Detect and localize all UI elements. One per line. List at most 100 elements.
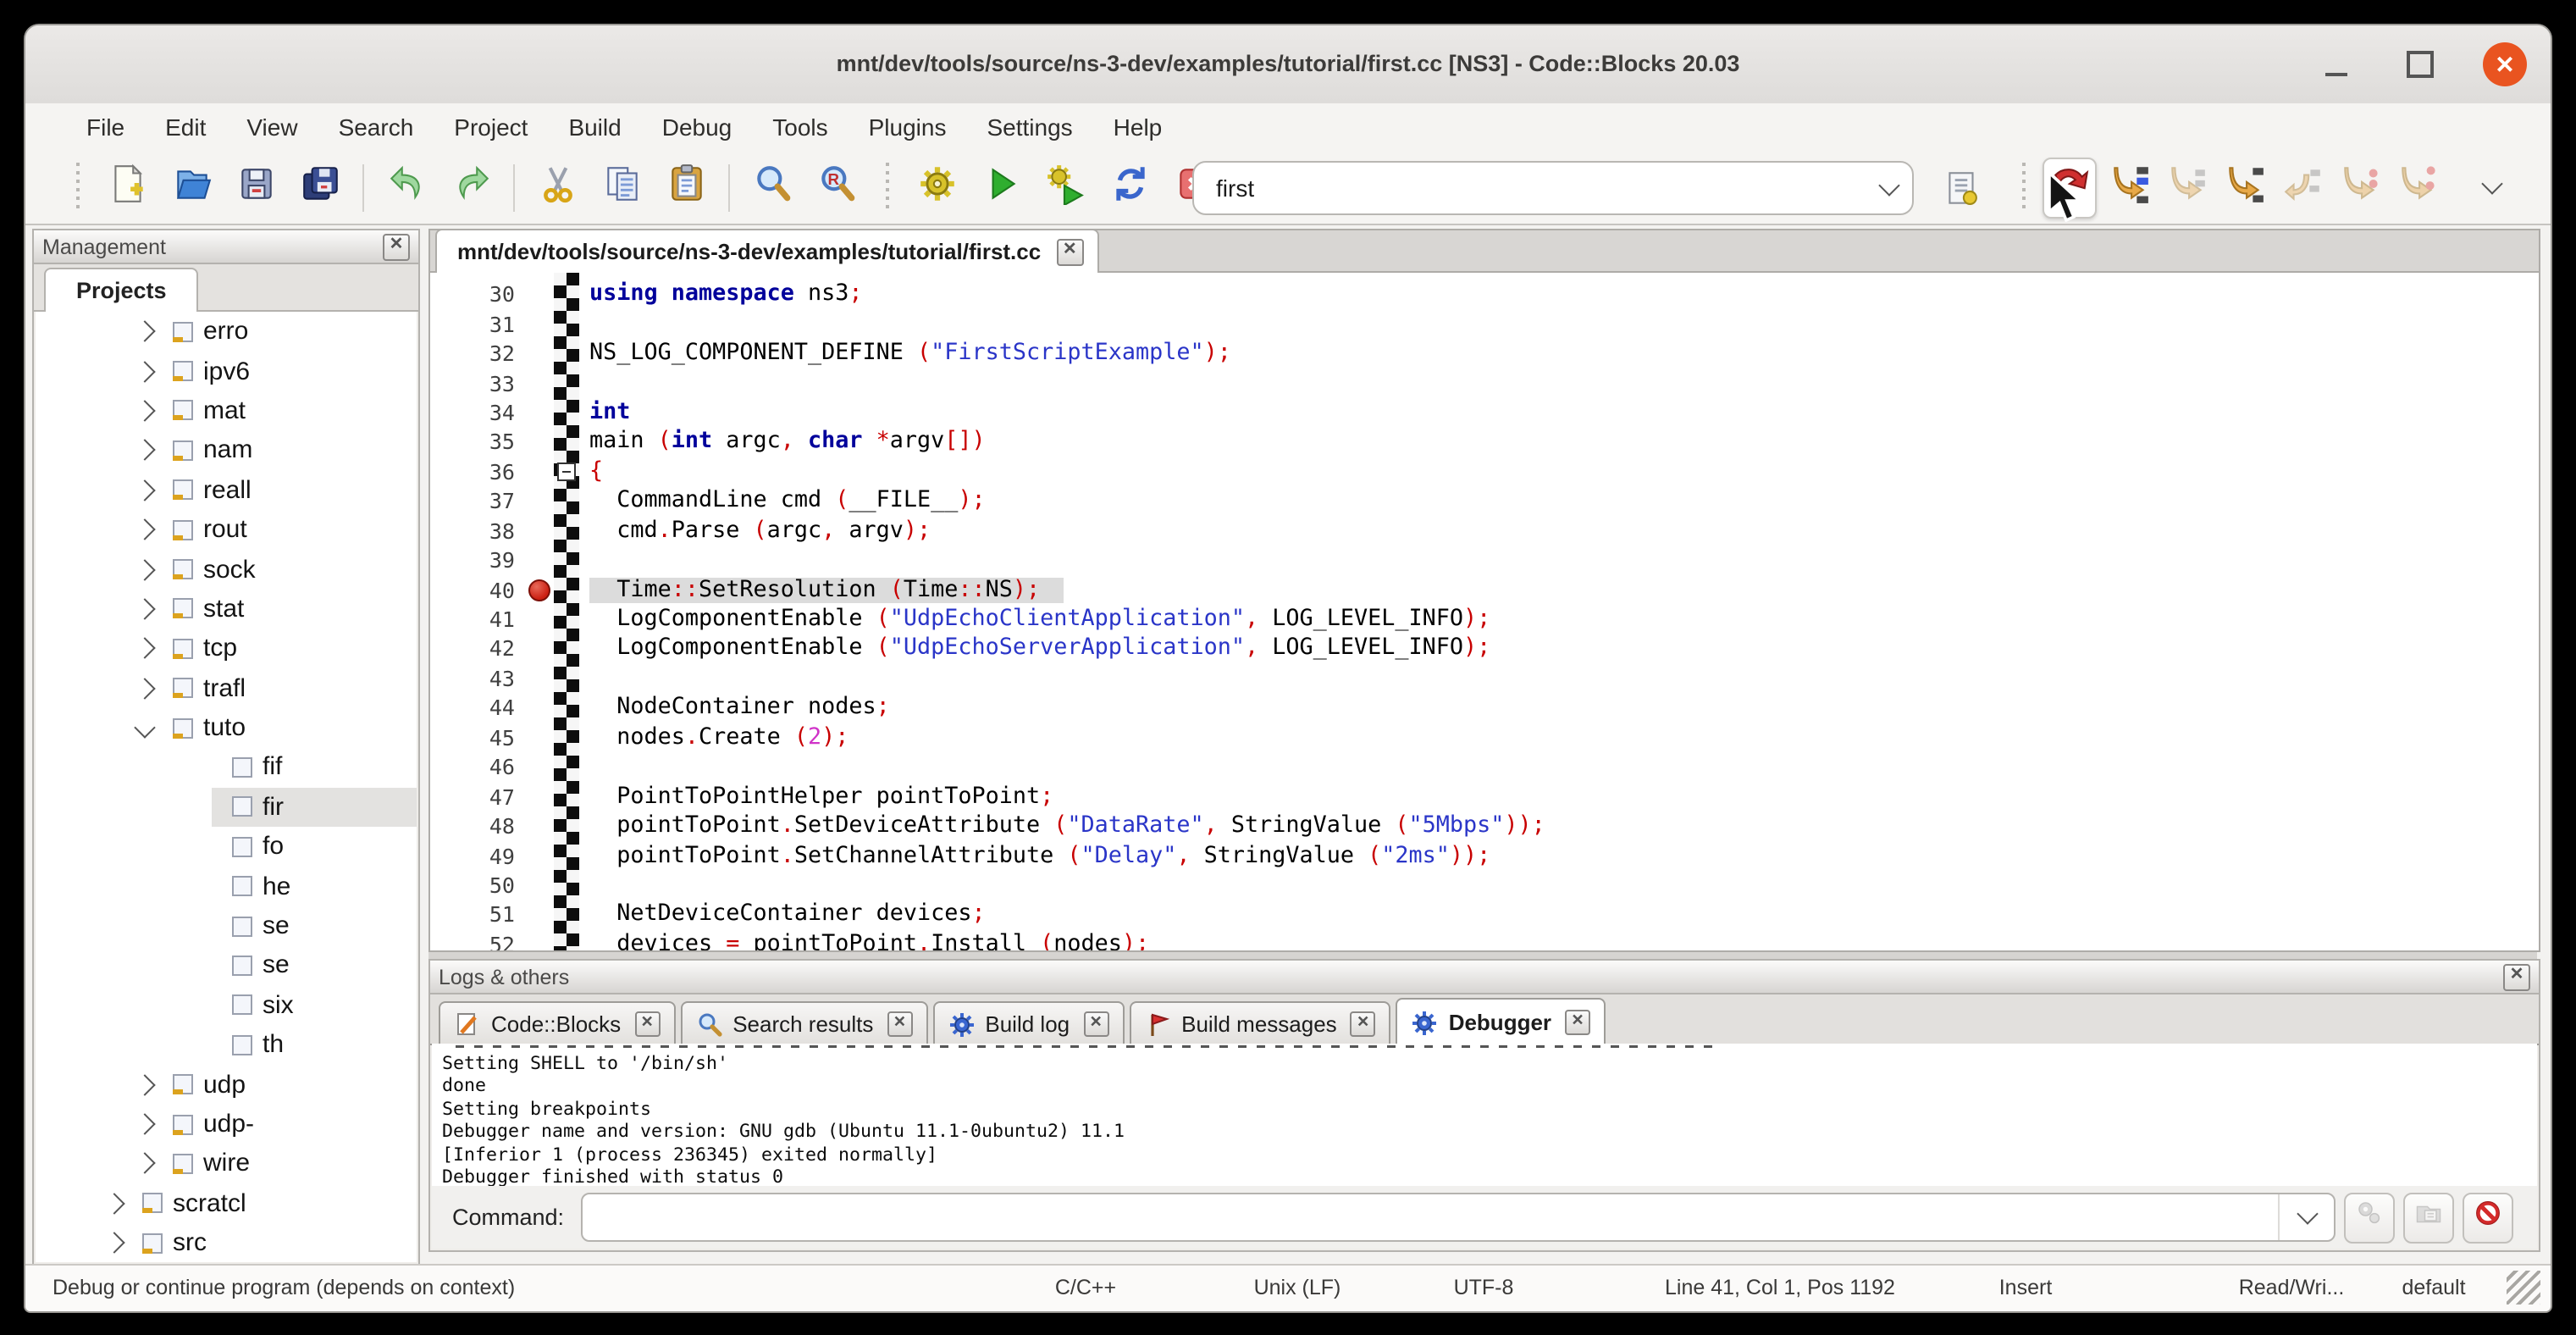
code-line-36[interactable]: 36{ — [430, 457, 2539, 486]
tree-item-src[interactable]: src — [36, 1223, 417, 1262]
code-line-35[interactable]: 35main (int argc, char *argv[]) — [430, 427, 2539, 457]
tree-item-wire[interactable]: wire — [36, 1144, 417, 1183]
debug-toolbar-overflow-icon[interactable] — [2481, 173, 2502, 194]
tree-item-se[interactable]: se — [36, 946, 417, 986]
open-file-button[interactable] — [166, 158, 217, 216]
code-line-41[interactable]: 41 LogComponentEnable ("UdpEchoClientApp… — [430, 605, 2539, 634]
tree-item-tuto[interactable]: tuto — [36, 708, 417, 748]
run-to-cursor-button[interactable] — [2103, 158, 2154, 216]
log-tab-close-icon[interactable]: ✕ — [1351, 1011, 1376, 1037]
code-line-39[interactable]: 39 — [430, 546, 2539, 575]
log-tab-code-blocks[interactable]: Code::Blocks✕ — [439, 1001, 675, 1045]
copy-log-button[interactable] — [2403, 1192, 2454, 1243]
log-tab-close-icon[interactable]: ✕ — [1565, 1010, 1590, 1035]
menu-item-build[interactable]: Build — [548, 103, 641, 151]
log-tab-build-messages[interactable]: Build messages✕ — [1129, 1001, 1391, 1045]
line-number[interactable]: 37 — [430, 489, 525, 514]
code-line-30[interactable]: 30using namespace ns3; — [430, 280, 2539, 309]
tree-item-ipv6[interactable]: ipv6 — [36, 352, 417, 391]
line-number[interactable]: 50 — [430, 872, 525, 898]
breakpoint-icon[interactable] — [528, 579, 550, 601]
line-number[interactable]: 48 — [430, 813, 525, 839]
incremental-search-options-button[interactable] — [1936, 164, 1987, 222]
tree-item-fif[interactable]: fif — [36, 748, 417, 788]
tree-item-reall[interactable]: reall — [36, 470, 417, 510]
tree-item-mat[interactable]: mat — [36, 391, 417, 431]
tree-item-he[interactable]: he — [36, 867, 417, 906]
next-instruction-button[interactable] — [2334, 158, 2385, 216]
command-dropdown-button[interactable] — [2278, 1194, 2334, 1240]
line-number[interactable]: 42 — [430, 636, 525, 662]
horizontal-splitter[interactable] — [428, 952, 2537, 959]
build-and-run-button[interactable] — [1040, 158, 1091, 216]
code-line-38[interactable]: 38 cmd.Parse (argc, argv); — [430, 516, 2539, 546]
code-line-44[interactable]: 44 NodeContainer nodes; — [430, 693, 2539, 723]
line-number[interactable]: 34 — [430, 400, 525, 425]
line-number[interactable]: 40 — [430, 577, 525, 602]
logs-close-icon[interactable]: ✕ — [2503, 963, 2530, 990]
editor-tab-first-cc[interactable]: mnt/dev/tools/source/ns-3-dev/examples/t… — [435, 229, 1098, 273]
menu-item-tools[interactable]: Tools — [752, 103, 848, 151]
menu-item-help[interactable]: Help — [1093, 103, 1183, 151]
line-number[interactable]: 45 — [430, 725, 525, 751]
save-all-button[interactable] — [295, 158, 345, 216]
debug-tools-button[interactable] — [2344, 1192, 2395, 1243]
search-dropdown-button[interactable] — [1865, 184, 1912, 192]
code-line-47[interactable]: 47 PointToPointHelper pointToPoint; — [430, 782, 2539, 812]
line-number[interactable]: 51 — [430, 902, 525, 928]
line-number[interactable]: 38 — [430, 518, 525, 543]
line-number[interactable]: 47 — [430, 784, 525, 809]
menu-item-edit[interactable]: Edit — [145, 103, 226, 151]
resize-grip[interactable] — [2507, 1271, 2540, 1305]
code-line-46[interactable]: 46 — [430, 752, 2539, 782]
management-close-icon[interactable]: ✕ — [383, 233, 410, 260]
menu-item-project[interactable]: Project — [434, 103, 548, 151]
tab-projects[interactable]: Projects — [44, 268, 199, 312]
cut-button[interactable] — [532, 158, 583, 216]
tree-item-se[interactable]: se — [36, 906, 417, 946]
step-into-button[interactable] — [2219, 158, 2269, 216]
tree-item-th[interactable]: th — [36, 1025, 417, 1065]
code-line-33[interactable]: 33 — [430, 368, 2539, 398]
command-input[interactable] — [583, 1193, 2278, 1242]
close-button[interactable]: ✕ — [2483, 42, 2527, 86]
menu-item-search[interactable]: Search — [318, 103, 434, 151]
code-view[interactable]: 30using namespace ns3;31 32NS_LOG_COMPONE… — [428, 273, 2540, 952]
command-combobox[interactable] — [581, 1193, 2336, 1242]
stop-debugger-button[interactable] — [2463, 1192, 2513, 1243]
maximize-button[interactable] — [2398, 42, 2442, 86]
minimize-button[interactable] — [2313, 42, 2358, 86]
code-line-32[interactable]: 32NS_LOG_COMPONENT_DEFINE ("FirstScriptE… — [430, 339, 2539, 368]
tree-item-erro[interactable]: erro — [36, 312, 417, 352]
menu-item-view[interactable]: View — [226, 103, 318, 151]
tree-item-scratcl[interactable]: scratcl — [36, 1183, 417, 1223]
line-number[interactable]: 31 — [430, 311, 525, 336]
line-number[interactable]: 41 — [430, 607, 525, 632]
log-tab-close-icon[interactable]: ✕ — [634, 1011, 660, 1037]
menu-item-file[interactable]: File — [66, 103, 145, 151]
tree-item-rout[interactable]: rout — [36, 510, 417, 550]
line-number[interactable]: 46 — [430, 754, 525, 779]
tree-item-tcp[interactable]: tcp — [36, 629, 417, 668]
tree-item-sock[interactable]: sock — [36, 550, 417, 590]
line-number[interactable]: 44 — [430, 695, 525, 721]
log-tab-close-icon[interactable]: ✕ — [887, 1011, 912, 1037]
log-tab-close-icon[interactable]: ✕ — [1083, 1011, 1108, 1037]
tree-item-nam[interactable]: nam — [36, 430, 417, 470]
tree-item-fir[interactable]: fir — [36, 787, 417, 827]
log-tab-search-results[interactable]: Search results✕ — [680, 1001, 927, 1045]
code-line-48[interactable]: 48 pointToPoint.SetDeviceAttribute ("Dat… — [430, 812, 2539, 841]
undo-button[interactable] — [381, 158, 432, 216]
line-number[interactable]: 30 — [430, 281, 525, 307]
next-line-button[interactable] — [2161, 158, 2212, 216]
line-number[interactable]: 49 — [430, 843, 525, 868]
code-line-51[interactable]: 51 NetDeviceContainer devices; — [430, 900, 2539, 929]
copy-button[interactable] — [596, 158, 647, 216]
line-number[interactable]: 35 — [430, 429, 525, 455]
tree-item-six[interactable]: six — [36, 985, 417, 1025]
tree-item-stat[interactable]: stat — [36, 589, 417, 629]
fold-marker-icon[interactable] — [557, 462, 576, 480]
tree-item-udp[interactable]: udp- — [36, 1105, 417, 1144]
line-number[interactable]: 33 — [430, 370, 525, 396]
code-line-42[interactable]: 42 LogComponentEnable ("UdpEchoServerApp… — [430, 634, 2539, 664]
